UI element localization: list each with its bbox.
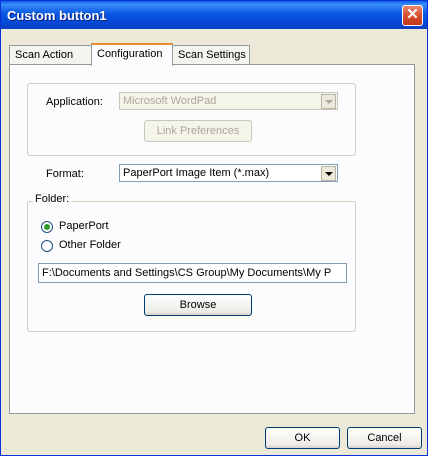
tab-label: Scan Action — [15, 49, 74, 61]
link-preferences-button[interactable]: Link Preferences — [144, 120, 252, 142]
title-bar[interactable]: Custom button1 ✕ — [1, 1, 427, 29]
cancel-label: Cancel — [367, 432, 402, 444]
paperport-radio[interactable] — [41, 221, 53, 233]
chevron-down-icon — [321, 166, 336, 181]
folder-path-field[interactable]: F:\Documents and Settings\CS Group\My Do… — [38, 263, 347, 283]
application-label: Application: — [46, 96, 103, 108]
ok-label: OK — [294, 432, 311, 444]
application-dropdown[interactable]: Microsoft WordPad — [119, 92, 338, 110]
window-title: Custom button1 — [7, 8, 107, 23]
application-value: Microsoft WordPad — [123, 95, 217, 107]
paperport-radio-label[interactable]: PaperPort — [59, 220, 109, 232]
tab-label: Scan Settings — [178, 49, 246, 61]
folder-label: Folder: — [33, 193, 72, 205]
other-folder-radio-label[interactable]: Other Folder — [59, 239, 121, 251]
close-button[interactable]: ✕ — [402, 5, 423, 26]
other-folder-radio[interactable] — [41, 240, 53, 252]
cancel-button[interactable]: Cancel — [347, 427, 422, 449]
format-value: PaperPort Image Item (*.max) — [123, 167, 270, 179]
link-preferences-label: Link Preferences — [156, 125, 240, 137]
format-dropdown[interactable]: PaperPort Image Item (*.max) — [119, 164, 338, 182]
dialog-window: Custom button1 ✕ Scan Action Configurati… — [0, 0, 428, 456]
browse-button[interactable]: Browse — [144, 294, 252, 316]
tab-scan-settings[interactable]: Scan Settings — [172, 45, 250, 64]
tab-label: Configuration — [97, 48, 163, 60]
tab-scan-action[interactable]: Scan Action — [9, 45, 92, 64]
ok-button[interactable]: OK — [265, 427, 340, 449]
tab-configuration[interactable]: Configuration — [91, 43, 173, 66]
format-label: Format: — [46, 168, 84, 180]
chevron-down-icon — [321, 94, 336, 109]
close-icon: ✕ — [406, 6, 419, 23]
configuration-panel: Application: Microsoft WordPad Link Pref… — [9, 64, 415, 414]
browse-label: Browse — [179, 299, 217, 311]
